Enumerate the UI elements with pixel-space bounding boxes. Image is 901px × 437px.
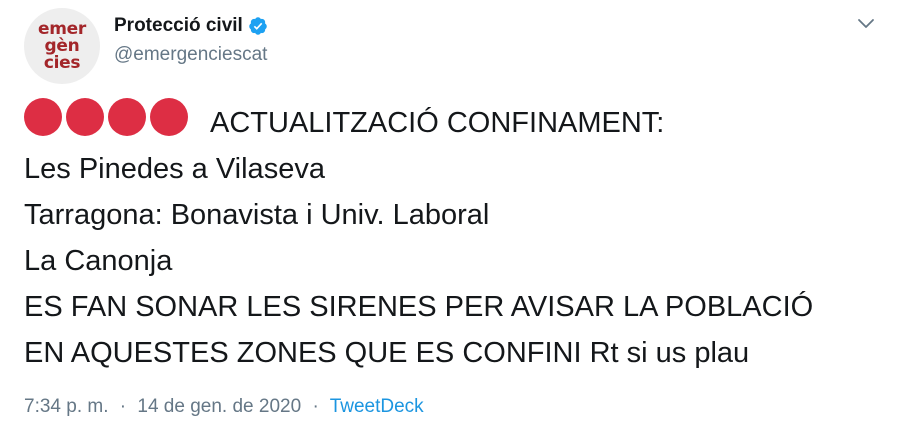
red-circle-icon (24, 98, 62, 136)
tweet-date[interactable]: 14 de gen. de 2020 (137, 396, 301, 417)
tweet-line-4: La Canonja (24, 245, 173, 277)
author-handle[interactable]: @emergenciescat (114, 44, 268, 66)
avatar-text-line-3: cies (43, 52, 81, 73)
display-name-row: Protecció civil (114, 14, 268, 38)
display-name[interactable]: Protecció civil (114, 15, 243, 37)
meta-separator: · (312, 396, 319, 417)
tweet-time[interactable]: 7:34 p. m. (24, 396, 109, 417)
verified-badge-icon (248, 16, 268, 36)
tweet-text: ACTUALITZACIÓ CONFINAMENT: Les Pinedes a… (24, 98, 884, 376)
tweet-source-link[interactable]: TweetDeck (330, 396, 424, 417)
tweet-line-text: ACTUALITZACIÓ CONFINAMENT: (210, 107, 665, 139)
tweet-line-6: EN AQUESTES ZONES QUE ES CONFINI Rt si u… (24, 337, 750, 369)
meta-separator: · (119, 396, 127, 417)
tweet-line-1: ACTUALITZACIÓ CONFINAMENT: (24, 98, 884, 146)
avatar-text-line-2: gèn (44, 35, 80, 56)
tweet-line-5: ES FAN SONAR LES SIRENES PER AVISAR LA P… (24, 291, 814, 323)
red-circle-icon (66, 98, 104, 136)
red-circle-icon (108, 98, 146, 136)
tweet-line-2: Les Pinedes a Vilaseva (24, 153, 325, 185)
avatar-text-line-1: emer (38, 18, 86, 39)
tweet-card: emer gèn cies Protecció civil @emergenci… (0, 0, 901, 437)
tweet-meta: 7:34 p. m. · 14 de gen. de 2020 · TweetD… (24, 396, 424, 418)
red-circle-emojis (24, 98, 188, 136)
author-block: Protecció civil @emergenciescat (114, 14, 268, 66)
red-circle-icon (150, 98, 188, 136)
avatar[interactable]: emer gèn cies (24, 8, 100, 84)
chevron-down-icon[interactable] (856, 14, 876, 34)
tweet-line-3: Tarragona: Bonavista i Univ. Laboral (24, 199, 490, 231)
